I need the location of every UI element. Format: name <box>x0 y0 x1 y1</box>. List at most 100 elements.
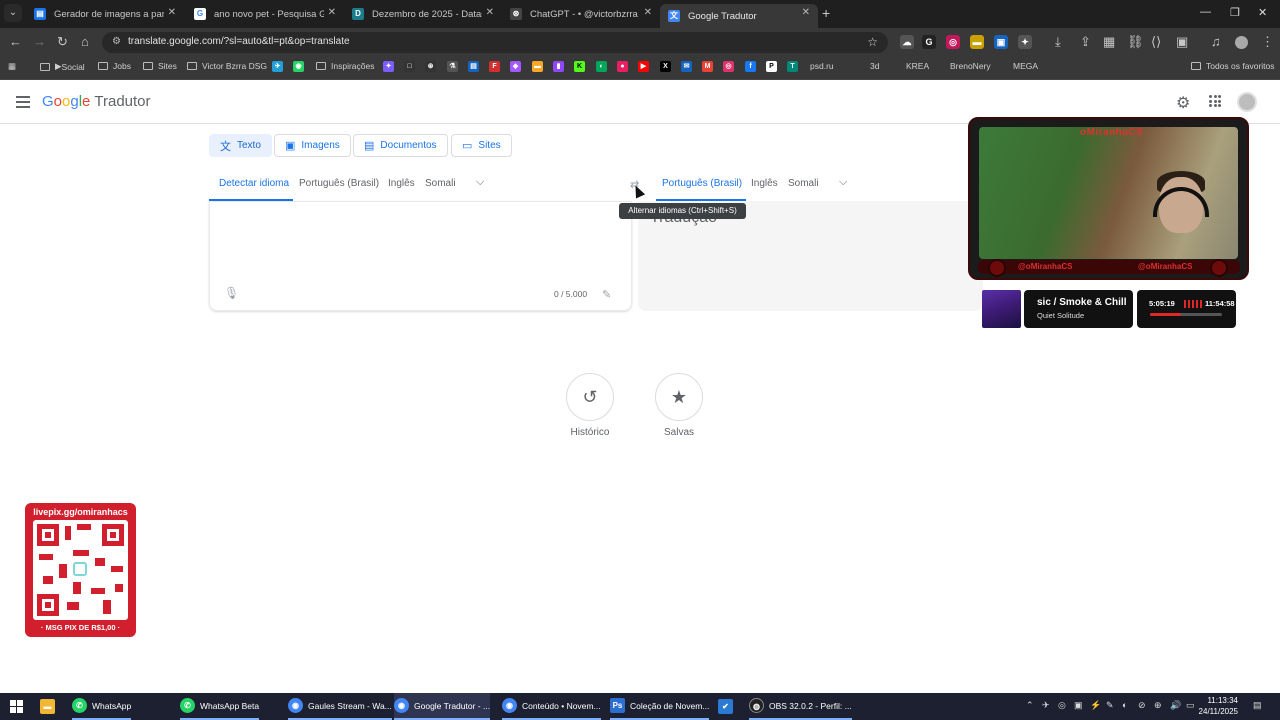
all-bookmarks[interactable]: Todos os favoritos <box>1191 61 1275 71</box>
source-lang-english[interactable]: Inglês <box>388 178 415 189</box>
taskbar-photoshop[interactable]: Ps Coleção de Novem... <box>610 693 710 720</box>
flask-icon[interactable]: ⚗ <box>447 61 458 72</box>
minimize-icon[interactable]: — <box>1200 6 1211 18</box>
bookmark-blue-icon[interactable]: ▤ <box>468 61 479 72</box>
close-tab-icon[interactable]: ✕ <box>802 7 810 18</box>
openai-icon[interactable]: ⊛ <box>425 61 436 72</box>
mode-text-button[interactable]: 文 Texto <box>209 134 272 157</box>
extension-grammarly-icon[interactable]: G <box>922 35 936 49</box>
apps-shortcut-icon[interactable]: ▦ <box>8 61 16 72</box>
tab-google-tradutor[interactable]: 文 Google Tradutor ✕ <box>660 4 818 28</box>
google-translate-logo[interactable]: Google Tradutor <box>42 93 151 110</box>
x-twitter-icon[interactable]: X <box>660 61 671 72</box>
tab-chatgpt[interactable]: ⊛ ChatGPT - • @victorbzrra ✕ <box>502 4 660 24</box>
tab-gerador[interactable]: ▤ Gerador de imagens a partir de ✕ <box>26 4 184 24</box>
tray-app-icon[interactable]: ◎ <box>1058 700 1066 711</box>
home-icon[interactable]: ⌂ <box>81 34 89 49</box>
account-avatar[interactable] <box>1237 92 1257 112</box>
bookmark-app-icon[interactable]: □ <box>404 61 415 72</box>
bookmark-green-icon[interactable]: ◐ <box>596 61 607 72</box>
source-lang-somali[interactable]: Somali <box>425 178 456 189</box>
bookmark-folder-sites[interactable]: Sites <box>143 61 177 71</box>
bookmark-folder-victor[interactable]: Victor Bzrra DSG <box>187 61 267 71</box>
volume-icon[interactable]: 🔊 <box>1170 700 1181 711</box>
address-url[interactable]: translate.google.com/?sl=auto&tl=pt&op=t… <box>128 36 350 47</box>
youtube-icon[interactable]: ▶ <box>638 61 649 72</box>
mail-icon[interactable]: ✉ <box>681 61 692 72</box>
tray-overflow-icon[interactable]: ⌃ <box>1026 700 1034 711</box>
bookmark-3d[interactable]: 3d <box>870 61 879 71</box>
windows-start-icon[interactable] <box>10 700 23 713</box>
new-tab-icon[interactable]: + <box>822 5 830 21</box>
bookmark-yellow-icon[interactable]: ▬ <box>532 61 543 72</box>
mode-images-button[interactable]: ▣ Imagens <box>274 134 351 157</box>
sidepanel-icon[interactable]: ▣ <box>1176 34 1188 50</box>
bookmark-teal-icon[interactable]: T <box>787 61 798 72</box>
system-clock[interactable]: 11:13:34 24/11/2025 <box>1198 695 1238 717</box>
taskbar-whatsapp-beta[interactable]: ✆ WhatsApp Beta <box>180 693 260 720</box>
tray-app-icon[interactable]: ⊕ <box>1154 700 1162 711</box>
tray-app-icon[interactable]: ✈ <box>1042 700 1050 711</box>
code-icon[interactable]: ⟨⟩ <box>1151 34 1161 50</box>
extension-blue-icon[interactable]: ▣ <box>994 35 1008 49</box>
telegram-icon[interactable]: ✈ <box>272 61 283 72</box>
handwriting-icon[interactable]: ✎ <box>602 288 611 301</box>
network-icon[interactable]: ▭ <box>1186 700 1195 711</box>
main-menu-icon[interactable] <box>16 96 30 108</box>
mode-sites-button[interactable]: ▭ Sites <box>451 134 512 157</box>
notifications-icon[interactable]: ▤ <box>1253 700 1262 711</box>
bookmark-folder-inspiracoes[interactable]: Inspirações <box>316 61 374 71</box>
link-icon[interactable]: ⛓ <box>1127 34 1144 50</box>
source-lang-portuguese[interactable]: Português (Brasil) <box>299 178 379 189</box>
back-icon[interactable]: ← <box>9 34 22 49</box>
tab-search-menu[interactable]: ⌄ <box>4 4 22 22</box>
source-lang-detect[interactable]: Detectar idioma <box>219 178 289 189</box>
bookmark-pink-icon[interactable]: ● <box>617 61 628 72</box>
sparkle-icon[interactable]: ✦ <box>383 61 394 72</box>
taskbar-file-explorer[interactable]: ▬ <box>40 693 60 720</box>
extension-cloud-icon[interactable]: ☁ <box>900 35 914 49</box>
menu-kebab-icon[interactable]: ⋮ <box>1261 34 1274 50</box>
taskbar-whatsapp[interactable]: ✆ WhatsApp <box>72 693 132 720</box>
close-tab-icon[interactable]: ✕ <box>644 7 652 18</box>
instagram-icon[interactable]: ◎ <box>723 61 734 72</box>
bookmark-folder-social[interactable]: ▶ Social <box>40 61 85 72</box>
media-icon[interactable]: ♫ <box>1211 34 1221 49</box>
taskbar-chrome-gaules[interactable]: ◉ Gaules Stream - Wa... <box>288 693 392 720</box>
source-text-area[interactable]: 🎙 0 / 5.000 ✎ <box>209 201 632 311</box>
forward-icon[interactable]: → <box>33 34 46 49</box>
twitch-icon[interactable]: ▮ <box>553 61 564 72</box>
microphone-icon[interactable]: 🎙 <box>224 286 239 300</box>
saved-button[interactable]: ★ <box>655 373 703 421</box>
extensions-puzzle-icon[interactable]: ✦ <box>1018 35 1032 49</box>
bookmark-brenonery[interactable]: BrenoNery <box>950 61 991 71</box>
address-bar[interactable]: ⚙ translate.google.com/?sl=auto&tl=pt&op… <box>102 32 888 53</box>
facebook-icon[interactable]: f <box>745 61 756 72</box>
google-apps-icon[interactable] <box>1209 95 1221 107</box>
site-info-icon[interactable]: ⚙ <box>112 36 121 47</box>
settings-icon[interactable]: ⚙ <box>1176 93 1190 113</box>
target-lang-somali[interactable]: Somali <box>788 178 819 189</box>
tray-app-icon[interactable]: ▣ <box>1074 700 1083 711</box>
close-window-icon[interactable]: ✕ <box>1258 6 1267 19</box>
grid-icon[interactable]: ▦ <box>1103 34 1115 50</box>
taskbar-vscode[interactable]: ✔ <box>718 693 738 720</box>
figma-icon[interactable]: ◈ <box>510 61 521 72</box>
taskbar-chrome-tradutor[interactable]: ◉ Google Tradutor - ... <box>394 693 491 720</box>
taskbar-chrome-conteudo[interactable]: ◉ Conteúdo • Novem... <box>502 693 601 720</box>
bookmark-red-icon[interactable]: F <box>489 61 500 72</box>
pinterest-icon[interactable]: P <box>766 61 777 72</box>
extension-yellow-icon[interactable]: ▬ <box>970 35 984 49</box>
tab-datas[interactable]: D Dezembro de 2025 - Datas Com ✕ <box>344 4 502 24</box>
mode-documents-button[interactable]: ▤ Documentos <box>353 134 448 157</box>
download-icon[interactable]: ⤓ <box>1055 34 1061 50</box>
reload-icon[interactable]: ↻ <box>57 34 68 50</box>
tray-app-icon[interactable]: ⚡ <box>1090 700 1101 711</box>
bookmark-folder-jobs[interactable]: Jobs <box>98 61 131 71</box>
history-button[interactable]: ↺ <box>566 373 614 421</box>
bookmark-psd[interactable]: psd.ru <box>810 61 834 71</box>
tray-app-icon[interactable]: ⊘ <box>1138 700 1146 711</box>
share-icon[interactable]: ⇪ <box>1080 34 1091 50</box>
tab-pesquisa[interactable]: G ano novo pet - Pesquisa Google ✕ <box>186 4 344 24</box>
tray-app-icon[interactable]: ✎ <box>1106 700 1114 711</box>
